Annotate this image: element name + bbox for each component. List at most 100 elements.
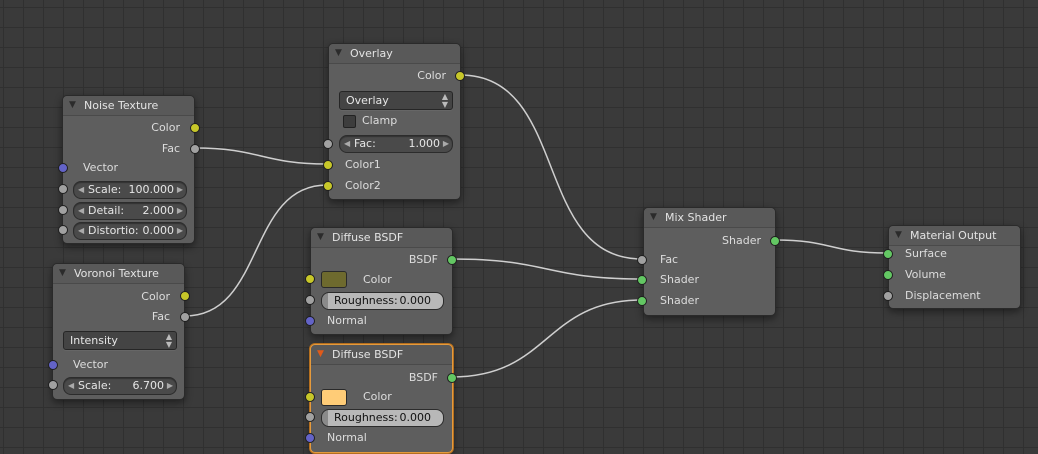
field-value: 1.000 [408,137,441,150]
socket-output-color[interactable] [455,71,465,81]
socket-input-scale[interactable] [58,184,68,194]
socket-input-fac[interactable] [637,255,647,265]
collapse-triangle-icon[interactable]: ▼ [650,212,657,222]
socket-input-distortion[interactable] [58,225,68,235]
socket-input-fac[interactable] [323,139,333,149]
socket-output-bsdf[interactable] [447,255,457,265]
mix-shader-node[interactable]: ▼ Mix Shader Shader Fac Shader Shader [643,207,776,316]
input-label-fac: Fac [660,253,679,266]
input-label-color: Color [363,390,392,403]
color-swatch[interactable] [321,389,347,406]
socket-output-fac[interactable] [180,312,190,322]
socket-input-color[interactable] [305,274,315,284]
increment-arrow-icon[interactable]: ▶ [177,203,183,219]
diffuse-bsdf-node-2[interactable]: ▼ Diffuse BSDF BSDF Color Roughness: 0.0… [310,344,453,453]
field-label: Detail: [88,204,125,217]
socket-input-roughness[interactable] [305,412,315,422]
collapse-triangle-icon[interactable]: ▼ [895,230,902,240]
socket-input-color2[interactable] [323,181,333,191]
increment-arrow-icon[interactable]: ▶ [177,182,183,198]
node-header[interactable]: ▼ Voronoi Texture [53,264,184,284]
collapse-triangle-icon[interactable]: ▼ [69,100,76,110]
input-label-shader2: Shader [660,294,699,307]
node-header[interactable]: ▼ Material Output [889,226,1020,246]
socket-output-fac[interactable] [190,144,200,154]
node-title: Mix Shader [665,211,727,224]
socket-input-color[interactable] [305,392,315,402]
link-mix-shader-to-output-surface[interactable] [774,239,888,254]
socket-output-shader[interactable] [770,236,780,246]
link-diffuse2-bsdf-to-mix-shader2[interactable] [451,299,643,378]
collapse-triangle-icon[interactable]: ▼ [317,349,324,359]
link-diffuse1-bsdf-to-mix-shader1[interactable] [451,258,643,280]
socket-input-vector[interactable] [48,360,58,370]
color-swatch[interactable] [321,271,347,288]
voronoi-texture-node[interactable]: ▼ Voronoi Texture Color Fac Intensity ▲ ▼… [52,263,185,400]
clamp-checkbox[interactable] [343,115,356,128]
socket-input-normal[interactable] [305,433,315,443]
socket-input-roughness[interactable] [305,295,315,305]
scale-field[interactable]: ◀ Scale: 100.000 ▶ [73,181,187,199]
detail-field[interactable]: ◀ Detail: 2.000 ▶ [73,202,187,220]
socket-input-scale[interactable] [48,380,58,390]
node-title: Overlay [350,47,393,60]
decrement-arrow-icon[interactable]: ◀ [78,223,84,239]
socket-input-color1[interactable] [323,160,333,170]
output-label-bsdf: BSDF [408,371,438,384]
field-value: 0.000 [399,411,432,424]
collapse-triangle-icon[interactable]: ▼ [317,232,324,242]
node-title: Voronoi Texture [74,267,159,280]
decrement-arrow-icon[interactable]: ◀ [78,182,84,198]
socket-input-shader1[interactable] [637,275,647,285]
noise-texture-node[interactable]: ▼ Noise Texture Color Fac Vector ◀ Scale… [62,95,195,244]
overlay-mix-node[interactable]: ▼ Overlay Color Overlay ▲ ▼ Clamp ◀ Fac: … [328,43,461,200]
socket-input-vector[interactable] [58,163,68,173]
coloring-dropdown[interactable]: Intensity ▲ ▼ [63,331,177,350]
scale-field[interactable]: ◀ Scale: 6.700 ▶ [63,377,177,395]
material-output-node[interactable]: ▼ Material Output Surface Volume Displac… [888,225,1021,309]
fac-field[interactable]: ◀ Fac: 1.000 ▶ [339,135,453,153]
input-label-normal: Normal [327,314,367,327]
node-header[interactable]: ▼ Diffuse BSDF [311,228,452,248]
socket-output-bsdf[interactable] [447,373,457,383]
roughness-field[interactable]: Roughness: 0.000 [321,292,444,310]
up-down-arrows-icon: ▲ ▼ [441,92,448,109]
roughness-field[interactable]: Roughness: 0.000 [321,409,444,427]
node-header[interactable]: ▼ Overlay [329,44,460,64]
node-title: Diffuse BSDF [332,231,404,244]
increment-arrow-icon[interactable]: ▶ [177,223,183,239]
decrement-arrow-icon[interactable]: ◀ [78,203,84,219]
socket-input-normal[interactable] [305,316,315,326]
increment-arrow-icon[interactable]: ▶ [167,378,173,394]
collapse-triangle-icon[interactable]: ▼ [335,48,342,58]
socket-output-color[interactable] [190,123,200,133]
output-label-color: Color [417,69,446,82]
node-editor-canvas[interactable]: ▼ Noise Texture Color Fac Vector ◀ Scale… [0,0,1038,454]
decrement-arrow-icon[interactable]: ◀ [344,136,350,152]
increment-arrow-icon[interactable]: ▶ [443,136,449,152]
field-value: 6.700 [132,379,165,392]
node-header[interactable]: ▼ Noise Texture [63,96,194,116]
link-overlay-color-to-mix-fac[interactable] [459,74,643,260]
diffuse-bsdf-node-1[interactable]: ▼ Diffuse BSDF BSDF Color Roughness: 0.0… [310,227,453,335]
decrement-arrow-icon[interactable]: ◀ [68,378,74,394]
socket-input-detail[interactable] [58,205,68,215]
link-noise-fac-to-overlay-color1[interactable] [194,147,328,165]
field-label: Roughness: [334,411,398,424]
field-label: Distortio: [88,224,139,237]
socket-input-surface[interactable] [883,249,893,259]
dropdown-value: Intensity [70,334,118,347]
field-value: 100.000 [128,183,175,196]
up-down-arrows-icon: ▲ ▼ [165,332,172,349]
node-header[interactable]: ▼ Mix Shader [644,208,775,228]
socket-input-displacement[interactable] [883,291,893,301]
node-title: Diffuse BSDF [332,348,404,361]
socket-output-color[interactable] [180,291,190,301]
node-header[interactable]: ▼ Diffuse BSDF [311,345,452,365]
blend-mode-dropdown[interactable]: Overlay ▲ ▼ [339,91,453,110]
input-label-surface: Surface [905,247,947,260]
distortion-field[interactable]: ◀ Distortio: 0.000 ▶ [73,222,187,240]
socket-input-shader2[interactable] [637,296,647,306]
socket-input-volume[interactable] [883,270,893,280]
collapse-triangle-icon[interactable]: ▼ [59,268,66,278]
